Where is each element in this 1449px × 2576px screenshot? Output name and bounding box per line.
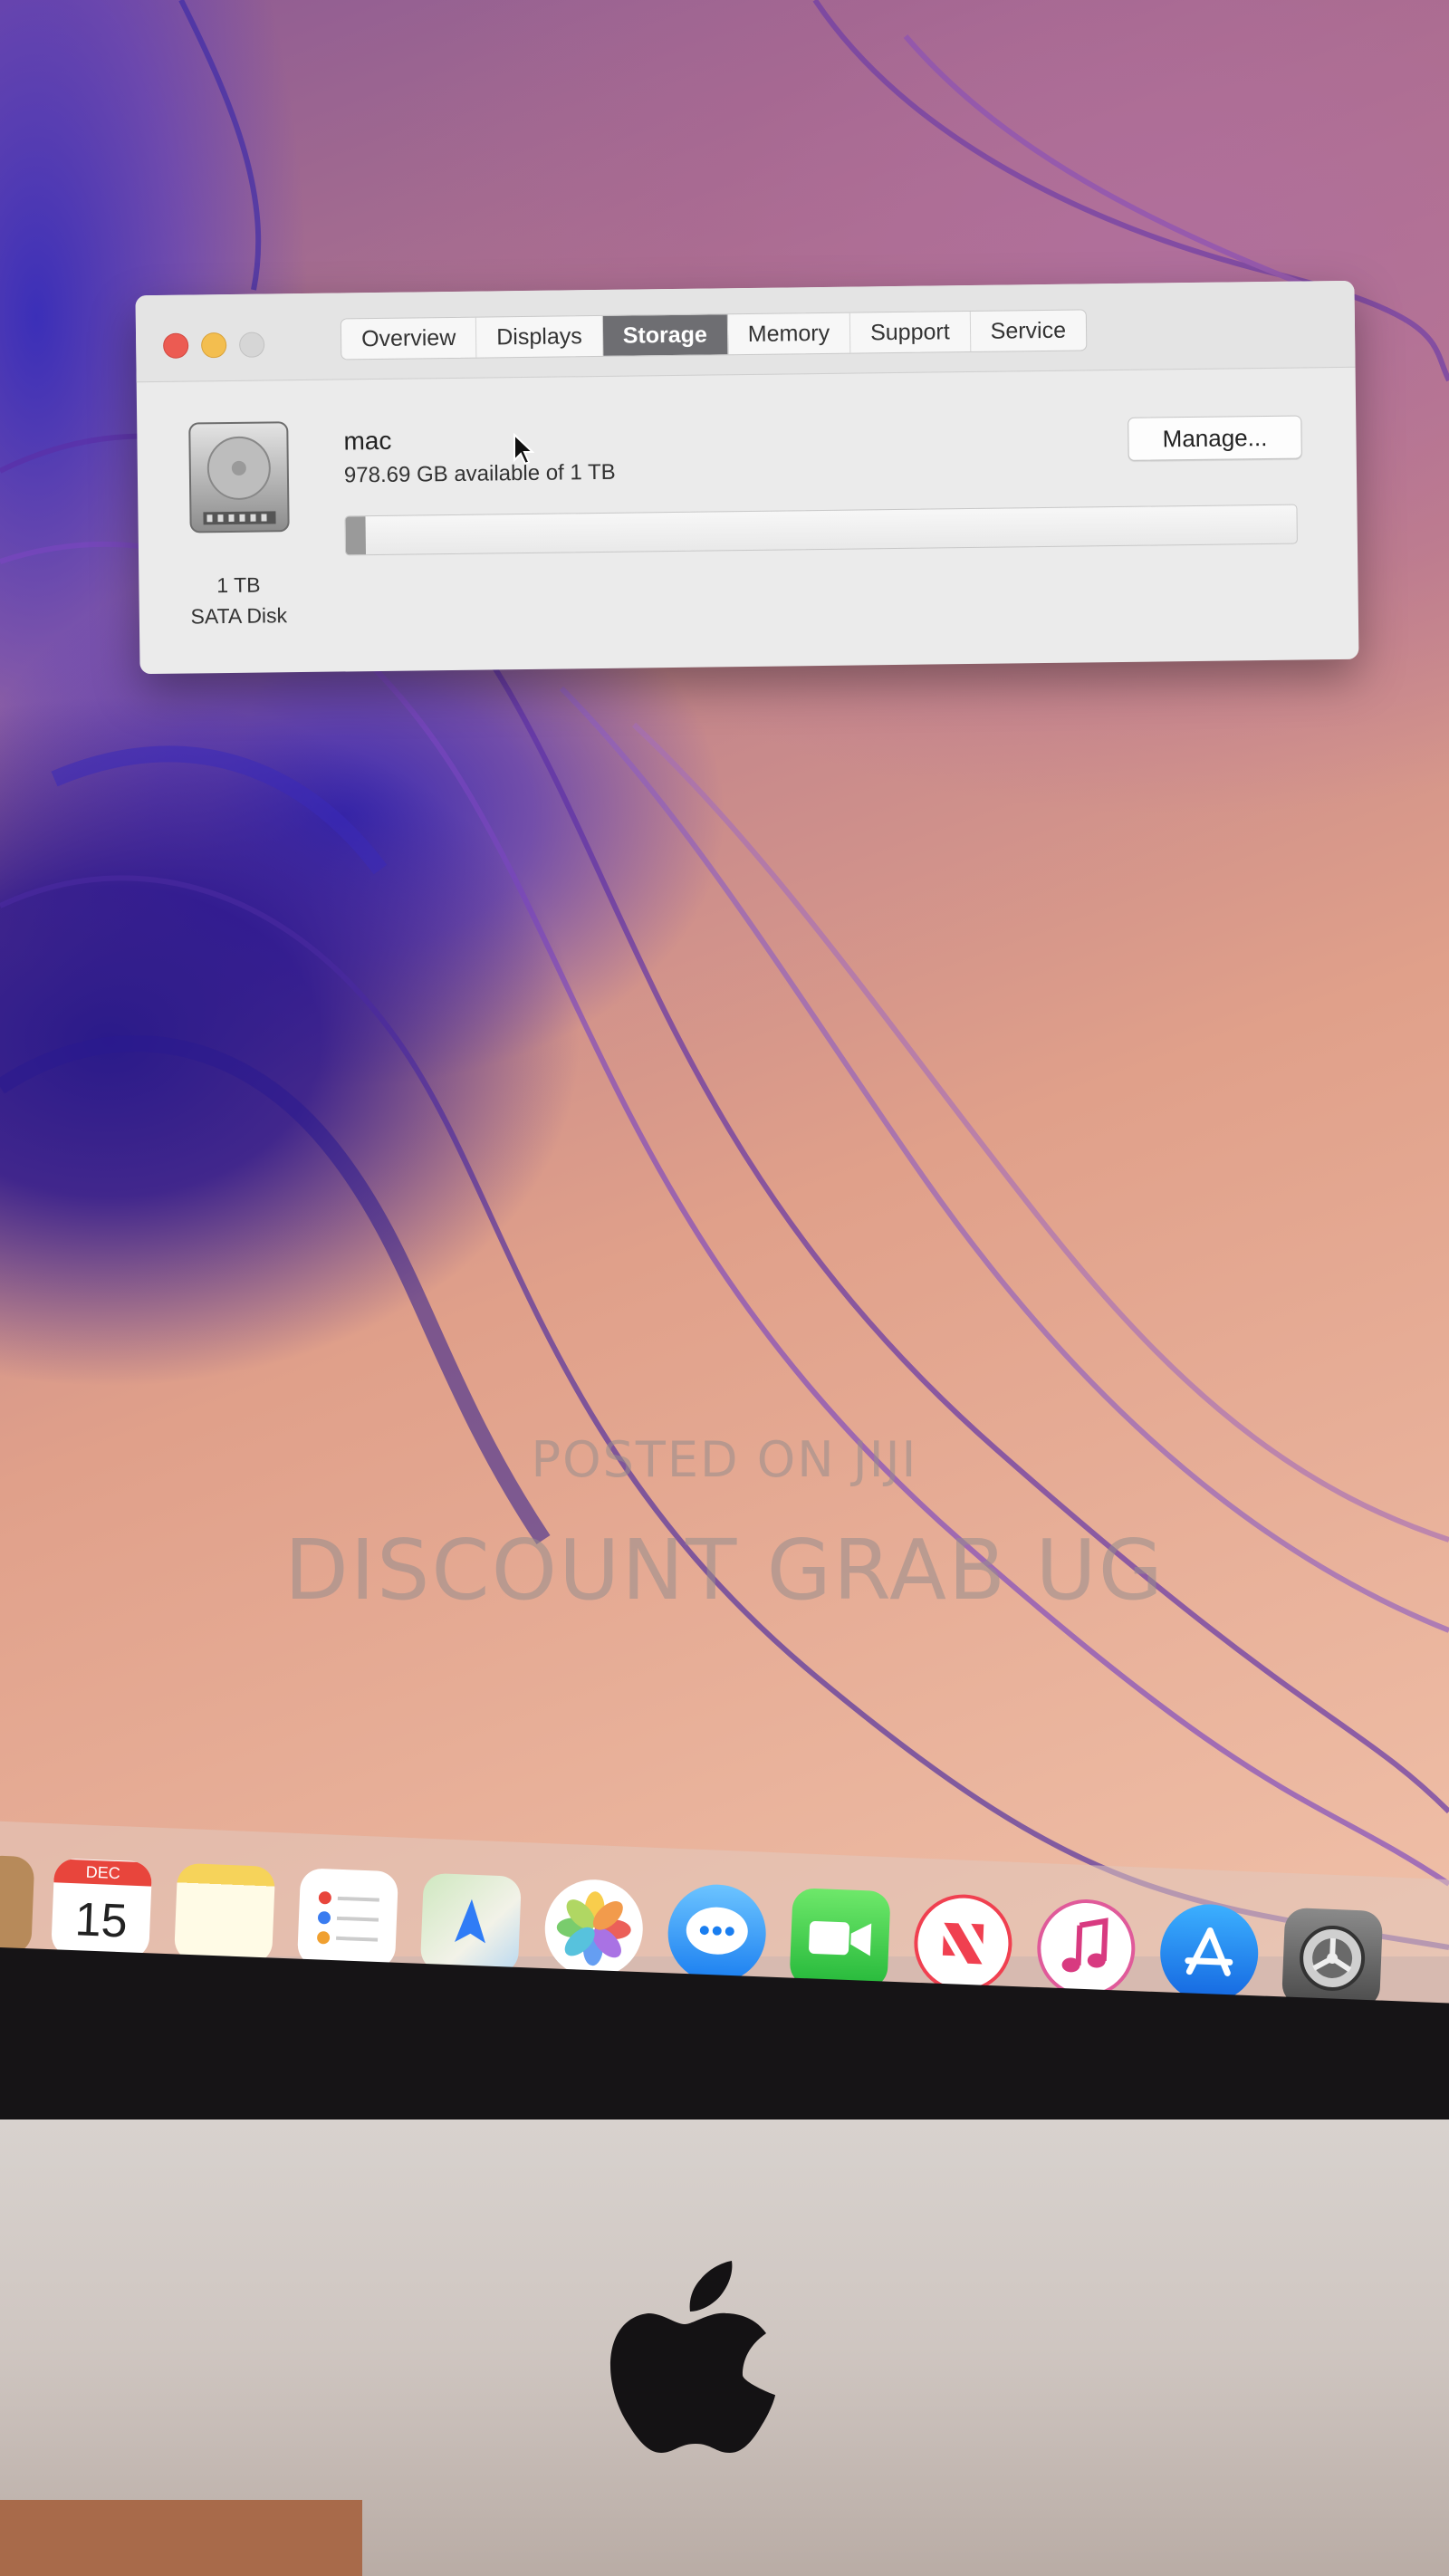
tab-memory[interactable]: Memory xyxy=(727,312,851,355)
storage-usage-bar xyxy=(344,504,1298,556)
tab-displays[interactable]: Displays xyxy=(476,315,604,358)
finder-partial-icon[interactable] xyxy=(0,1854,35,1956)
tab-support[interactable]: Support xyxy=(849,311,971,353)
mouse-cursor-icon xyxy=(513,433,534,466)
volume-name: mac xyxy=(343,426,392,456)
desktop-screen: POSTED ON JIJI DISCOUNT GRAB UG Overview… xyxy=(0,0,1449,1956)
watermark-line-2: DISCOUNT GRAB UG xyxy=(283,1522,1166,1619)
calendar-month: DEC xyxy=(53,1859,153,1887)
tab-service[interactable]: Service xyxy=(970,310,1086,351)
facetime-icon[interactable] xyxy=(789,1888,891,1990)
disk-capacity: 1 TB xyxy=(216,572,261,598)
maps-icon[interactable] xyxy=(419,1872,522,1975)
reminders-icon[interactable] xyxy=(296,1868,399,1970)
music-icon[interactable] xyxy=(1035,1897,1137,2000)
calendar-icon[interactable]: DEC 15 xyxy=(51,1858,153,1960)
tab-bar: Overview Displays Storage Memory Support… xyxy=(340,309,1088,360)
storage-usage-fill xyxy=(345,516,367,555)
about-this-mac-window: Overview Displays Storage Memory Support… xyxy=(135,280,1359,675)
disk-type: SATA Disk xyxy=(190,603,288,629)
apple-logo-icon xyxy=(610,2261,775,2453)
hard-drive-icon xyxy=(188,421,290,533)
watermark-line-1: POSTED ON JIJI xyxy=(531,1431,918,1488)
news-icon[interactable] xyxy=(912,1892,1014,1994)
tab-overview[interactable]: Overview xyxy=(341,317,477,360)
storage-panel: 1 TB SATA Disk mac 978.69 GB available o… xyxy=(137,368,1359,674)
notes-icon[interactable] xyxy=(173,1862,276,1965)
photos-icon[interactable] xyxy=(542,1878,645,1980)
desk-surface xyxy=(0,2500,362,2576)
system-preferences-icon[interactable] xyxy=(1281,1907,1384,2010)
zoom-button[interactable] xyxy=(239,332,265,358)
tab-storage[interactable]: Storage xyxy=(602,314,729,356)
minimize-button[interactable] xyxy=(201,332,227,359)
volume-available: 978.69 GB available of 1 TB xyxy=(343,459,616,488)
manage-button[interactable]: Manage... xyxy=(1128,415,1302,461)
close-button[interactable] xyxy=(163,332,189,359)
title-bar: Overview Displays Storage Memory Support… xyxy=(135,280,1356,383)
app-store-icon[interactable] xyxy=(1158,1902,1261,2004)
messages-icon[interactable] xyxy=(666,1882,768,1985)
calendar-day: 15 xyxy=(73,1893,129,1948)
